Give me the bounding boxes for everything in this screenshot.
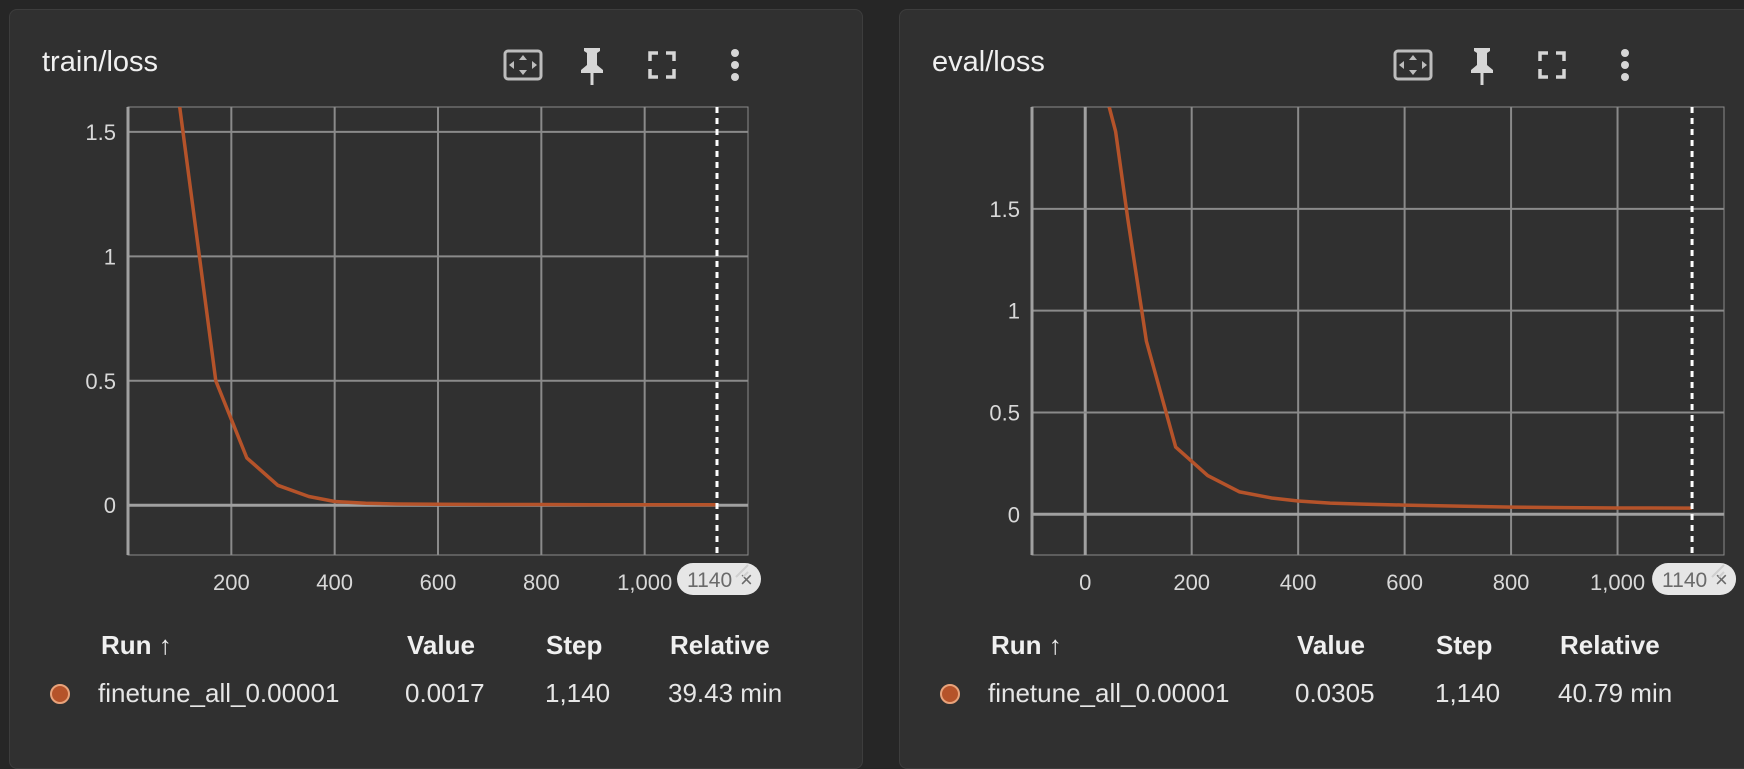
plot-frame [1031,106,1725,556]
header-step[interactable]: Step [546,630,602,661]
x-tick-label: 800 [1493,570,1530,595]
run-relative: 40.79 min [1558,678,1673,708]
x-tick-label: 200 [1173,570,1210,595]
x-tick-label: 600 [420,570,457,595]
header-step[interactable]: Step [1436,630,1492,661]
x-tick-label: 400 [1280,570,1317,595]
run-color-icon[interactable] [940,684,960,704]
train-loss-card: train/loss 200 400 600 800 1,000 0 0.5 1 1.5 1140… [9,9,863,769]
x-tick-label: 800 [523,570,560,595]
x-tick-label: 0 [1079,570,1091,595]
run-name: finetune_all_0.00001 [98,678,340,708]
chart-area[interactable]: 0 200 400 600 800 1,000 0 0.5 1 1.5 1140 × [900,10,1744,620]
header-run[interactable]: Run ↑ [991,630,1062,661]
header-relative[interactable]: Relative [1560,630,1660,661]
header-value[interactable]: Value [1297,630,1365,661]
run-name: finetune_all_0.00001 [988,678,1230,708]
y-tick-label: 0 [1008,502,1020,527]
run-step: 1,140 [1435,678,1501,708]
series-line [177,107,717,507]
run-color-icon[interactable] [50,684,70,704]
header-value[interactable]: Value [407,630,475,661]
run-value: 0.0017 [405,678,485,708]
chip-label: 1140 [687,569,732,592]
y-tick-label: 1.5 [85,120,116,145]
chart-area[interactable]: 200 400 600 800 1,000 0 0.5 1 1.5 1140 × [10,10,864,620]
y-tick-label: 1 [104,244,116,269]
x-tick-label: 200 [213,570,250,595]
step-cursor-chip[interactable]: 1140 × [1652,563,1737,595]
eval-loss-card: eval/loss 0 200 400 600 800 1,000 0 0.5 1 1.5 1140… [899,9,1744,769]
y-tick-label: 0 [104,493,116,518]
x-tick-label: 600 [1386,570,1423,595]
header-relative[interactable]: Relative [670,630,770,661]
x-tick-label: 1,000 [617,570,672,595]
header-run[interactable]: Run ↑ [101,630,172,661]
step-cursor-chip[interactable]: 1140 × [677,563,761,595]
run-step: 1,140 [545,678,611,708]
run-value: 0.0305 [1295,678,1375,708]
chip-label: 1140 [1662,569,1707,592]
x-tick-label: 1,000 [1590,570,1645,595]
series-line [1107,107,1693,510]
y-tick-label: 1 [1008,299,1020,324]
y-tick-label: 1.5 [989,197,1020,222]
y-tick-label: 0.5 [85,369,116,394]
x-tick-label: 400 [316,570,353,595]
run-relative: 39.43 min [668,678,783,708]
y-tick-label: 0.5 [989,400,1020,425]
